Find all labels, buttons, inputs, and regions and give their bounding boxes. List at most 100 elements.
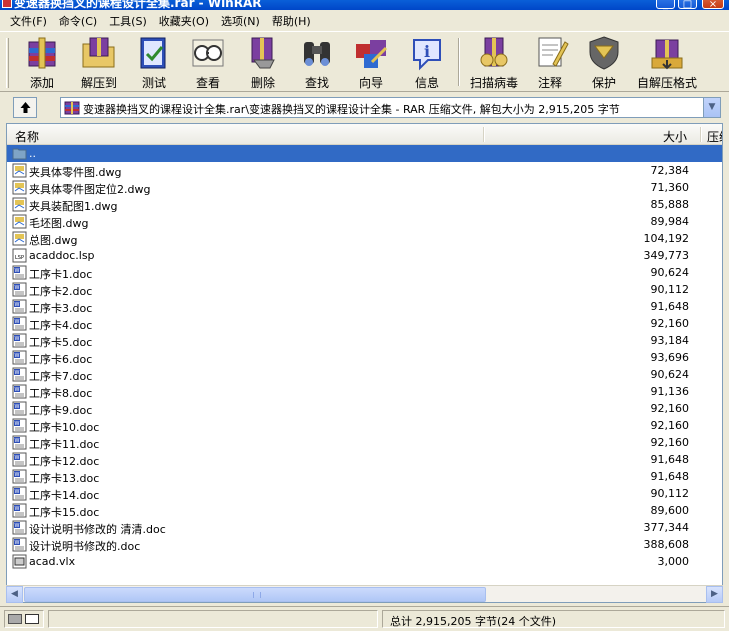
horizontal-scrollbar[interactable]: ◀ ▶ — [6, 585, 723, 603]
extract-to-button[interactable]: 解压到 — [74, 34, 124, 90]
delete-button[interactable]: 删除 — [242, 34, 284, 90]
virus-scan-label: 扫描病毒 — [469, 76, 518, 90]
file-size: 104,192 — [643, 232, 690, 245]
toolbar-grip[interactable] — [6, 38, 9, 88]
scroll-right-button[interactable]: ▶ — [706, 586, 723, 603]
scroll-left-button[interactable]: ◀ — [6, 586, 23, 603]
file-row[interactable]: W 工序卡5.doc 93,184 — [7, 332, 722, 349]
file-row[interactable]: W 工序卡4.doc 92,160 — [7, 315, 722, 332]
add-button[interactable]: 添加 — [20, 34, 64, 90]
scroll-thumb[interactable] — [24, 587, 486, 602]
file-row[interactable]: LSP acaddoc.lsp 349,773 — [7, 247, 722, 264]
drive-icon[interactable] — [8, 614, 22, 624]
title-bar: 变速器换挡叉的课程设计全集.rar - WinRAR _ □ × — [0, 0, 729, 10]
file-row[interactable]: 夹具体零件图.dwg 72,384 — [7, 162, 722, 179]
file-size: 377,344 — [643, 521, 690, 534]
file-name: 工序卡7.doc — [29, 370, 93, 383]
virus-scan-button[interactable]: 扫描病毒 — [466, 34, 522, 90]
winrar-app-icon[interactable] — [2, 0, 12, 8]
file-name: 总图.dwg — [29, 234, 78, 247]
menu-file[interactable]: 文件(F) — [4, 13, 53, 29]
column-header-name[interactable]: 名称 — [15, 128, 39, 145]
wizard-icon — [352, 34, 390, 72]
sfx-button[interactable]: 自解压格式 — [636, 34, 698, 90]
file-row[interactable]: W 设计说明书修改的 清清.doc 377,344 — [7, 519, 722, 536]
toolbar: 添加 解压到 测试 查看 删除 查找 向导 i 信息 扫描病毒 注释 保护 自解… — [0, 31, 729, 92]
comment-button[interactable]: 注释 — [530, 34, 570, 90]
svg-text:W: W — [15, 387, 20, 393]
svg-text:i: i — [424, 42, 430, 61]
file-row[interactable]: W 工序卡6.doc 93,696 — [7, 349, 722, 366]
file-name: 工序卡5.doc — [29, 336, 93, 349]
file-row[interactable]: W 工序卡15.doc 89,600 — [7, 502, 722, 519]
file-size: 388,608 — [643, 538, 690, 551]
svg-text:W: W — [15, 421, 20, 427]
menu-bar: 文件(F) 命令(C) 工具(S) 收藏夹(O) 选项(N) 帮助(H) — [0, 10, 729, 31]
address-path-field[interactable]: 变速器换挡叉的课程设计全集.rar\变速器换挡叉的课程设计全集 - RAR 压缩… — [60, 97, 721, 118]
view-button[interactable]: 查看 — [186, 34, 230, 90]
info-button[interactable]: i 信息 — [406, 34, 448, 90]
file-row[interactable]: W 工序卡14.doc 90,112 — [7, 485, 722, 502]
file-row[interactable]: W 工序卡3.doc 91,648 — [7, 298, 722, 315]
file-name: 工序卡14.doc — [29, 489, 100, 502]
word-doc-icon: W — [12, 299, 27, 314]
menu-favorites[interactable]: 收藏夹(O) — [153, 13, 215, 29]
column-header-size[interactable]: 大小 — [663, 128, 687, 145]
file-name: 工序卡4.doc — [29, 319, 93, 332]
file-row[interactable]: W 设计说明书修改的.doc 388,608 — [7, 536, 722, 553]
file-row[interactable]: acad.vlx 3,000 — [7, 553, 722, 570]
file-row[interactable]: 夹具体零件图定位2.dwg 71,360 — [7, 179, 722, 196]
menu-options[interactable]: 选项(N) — [215, 13, 266, 29]
file-row[interactable]: 毛坯图.dwg 89,984 — [7, 213, 722, 230]
file-row[interactable]: 夹具装配图1.dwg 85,888 — [7, 196, 722, 213]
svg-text:W: W — [15, 285, 20, 291]
svg-text:W: W — [15, 404, 20, 410]
key-icon[interactable] — [25, 614, 39, 624]
file-size: 90,624 — [650, 266, 690, 279]
find-label: 查找 — [304, 76, 329, 90]
column-divider[interactable] — [700, 127, 702, 142]
file-row[interactable]: W 工序卡2.doc 90,112 — [7, 281, 722, 298]
file-name: 毛坯图.dwg — [29, 217, 89, 230]
close-button[interactable]: × — [702, 0, 724, 10]
minimize-button[interactable]: _ — [656, 0, 675, 10]
word-doc-icon: W — [12, 435, 27, 450]
file-row[interactable]: W 工序卡7.doc 90,624 — [7, 366, 722, 383]
svg-text:W: W — [15, 523, 20, 529]
test-button[interactable]: 测试 — [134, 34, 174, 90]
column-header-packed[interactable]: 压缩 — [707, 128, 722, 145]
dwg-file-icon — [12, 180, 27, 195]
lsp-file-icon: LSP — [12, 248, 27, 263]
file-row[interactable]: W 工序卡11.doc 92,160 — [7, 434, 722, 451]
file-row[interactable]: W 工序卡8.doc 91,136 — [7, 383, 722, 400]
word-doc-icon: W — [12, 282, 27, 297]
parent-folder-row[interactable]: .. — [7, 145, 722, 162]
find-button[interactable]: 查找 — [296, 34, 338, 90]
maximize-button[interactable]: □ — [678, 0, 697, 10]
menu-tools[interactable]: 工具(S) — [103, 13, 153, 29]
file-row[interactable]: W 工序卡12.doc 91,648 — [7, 451, 722, 468]
file-size: 71,360 — [650, 181, 690, 194]
file-row[interactable]: W 工序卡10.doc 92,160 — [7, 417, 722, 434]
menu-help[interactable]: 帮助(H) — [266, 13, 317, 29]
file-row[interactable]: W 工序卡13.doc 91,648 — [7, 468, 722, 485]
file-row[interactable]: 总图.dwg 104,192 — [7, 230, 722, 247]
column-divider[interactable] — [483, 127, 485, 142]
svg-text:W: W — [15, 370, 20, 376]
svg-text:W: W — [15, 438, 20, 444]
up-one-level-button[interactable] — [13, 97, 37, 118]
file-list[interactable]: 名称 大小 压缩 .. 夹具体零件图.dwg 72,384 夹具体零件图定位2.dwg… — [6, 123, 723, 603]
toolbar-separator — [458, 38, 460, 86]
word-doc-icon: W — [12, 401, 27, 416]
address-path-text: 变速器换挡叉的课程设计全集.rar\变速器换挡叉的课程设计全集 - RAR 压缩… — [83, 103, 620, 116]
file-row[interactable]: W 工序卡9.doc 92,160 — [7, 400, 722, 417]
file-name: 工序卡15.doc — [29, 506, 100, 519]
file-row[interactable]: W 工序卡1.doc 90,624 — [7, 264, 722, 281]
wizard-button[interactable]: 向导 — [348, 34, 394, 90]
test-label: 测试 — [141, 76, 166, 90]
view-label: 查看 — [195, 76, 220, 90]
protect-button[interactable]: 保护 — [584, 34, 624, 90]
menu-commands[interactable]: 命令(C) — [53, 13, 103, 29]
address-dropdown-button[interactable]: ▼ — [703, 98, 720, 117]
file-size: 90,112 — [650, 283, 690, 296]
